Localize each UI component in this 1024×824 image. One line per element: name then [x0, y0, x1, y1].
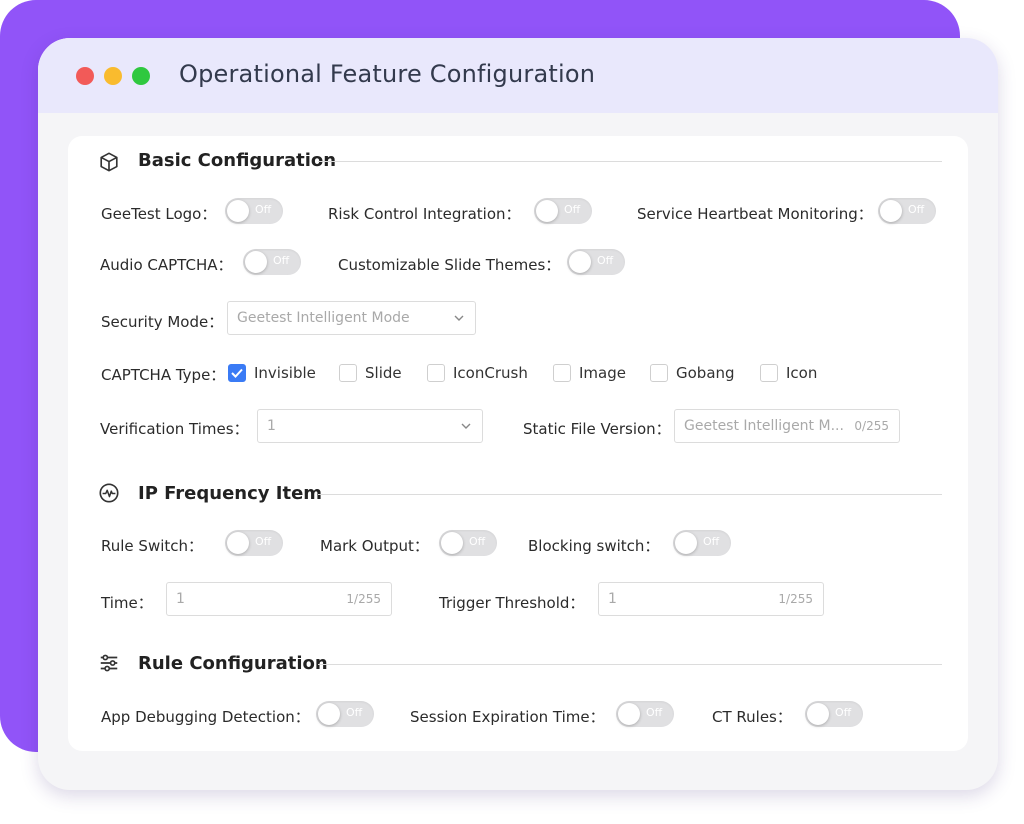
- section-divider: [318, 161, 942, 162]
- checkbox-label: Invisible: [254, 364, 316, 382]
- checkbox-label: Image: [579, 364, 626, 382]
- cube-icon: [100, 152, 118, 172]
- slide-themes-toggle[interactable]: Off: [567, 249, 625, 275]
- checkbox-iconcrush[interactable]: [427, 364, 445, 382]
- checkbox-label: Slide: [365, 364, 402, 382]
- static-file-version-input[interactable]: Geetest Intelligent M... 0/255: [674, 409, 900, 443]
- blocking-switch-label: Blocking switch：: [528, 537, 660, 555]
- checkbox-icon[interactable]: [760, 364, 778, 382]
- char-counter: 0/255: [854, 419, 889, 433]
- security-mode-select[interactable]: Geetest Intelligent Mode: [227, 301, 476, 335]
- chevron-down-icon: [461, 423, 471, 429]
- verification-times-select[interactable]: 1: [257, 409, 483, 443]
- risk-control-label: Risk Control Integration：: [328, 205, 521, 223]
- time-label: Time：: [101, 594, 153, 612]
- checkbox-gobang[interactable]: [650, 364, 668, 382]
- session-expiration-toggle[interactable]: Off: [616, 701, 674, 727]
- section-divider: [318, 664, 942, 665]
- blocking-switch-toggle[interactable]: Off: [673, 530, 731, 556]
- rule-configuration-heading: Rule Configuration: [138, 653, 328, 674]
- checkbox-invisible[interactable]: [228, 364, 246, 382]
- chevron-down-icon: [454, 315, 464, 321]
- audio-captcha-toggle[interactable]: Off: [243, 249, 301, 275]
- risk-control-toggle[interactable]: Off: [534, 198, 592, 224]
- audio-captcha-label: Audio CAPTCHA：: [100, 256, 233, 274]
- minimize-window-button[interactable]: [104, 67, 122, 85]
- checkmark-icon: [231, 368, 243, 378]
- title-bar: Operational Feature Configuration: [38, 38, 998, 113]
- mark-output-toggle[interactable]: Off: [439, 530, 497, 556]
- session-expiration-label: Session Expiration Time：: [410, 708, 605, 726]
- config-card: Basic Configuration GeeTest Logo： Off Ri…: [68, 136, 968, 751]
- captcha-type-label: CAPTCHA Type：: [101, 366, 226, 384]
- ip-frequency-heading: IP Frequency Item: [138, 483, 323, 504]
- pulse-icon: [99, 483, 119, 503]
- verification-times-label: Verification Times：: [100, 420, 249, 438]
- time-input[interactable]: 1 1/255: [166, 582, 392, 616]
- geetest-logo-toggle[interactable]: Off: [225, 198, 283, 224]
- trigger-threshold-input[interactable]: 1 1/255: [598, 582, 824, 616]
- rule-switch-toggle[interactable]: Off: [225, 530, 283, 556]
- sliders-icon: [100, 654, 118, 672]
- checkbox-label: Gobang: [676, 364, 735, 382]
- checkbox-slide[interactable]: [339, 364, 357, 382]
- slide-themes-label: Customizable Slide Themes：: [338, 256, 561, 274]
- section-divider: [318, 494, 942, 495]
- trigger-threshold-label: Trigger Threshold：: [439, 594, 585, 612]
- close-window-button[interactable]: [76, 67, 94, 85]
- basic-configuration-heading: Basic Configuration: [138, 150, 337, 171]
- heartbeat-toggle[interactable]: Off: [878, 198, 936, 224]
- app-debugging-label: App Debugging Detection：: [101, 708, 310, 726]
- app-window: Operational Feature Configuration Basic …: [38, 38, 998, 790]
- ct-rules-label: CT Rules：: [712, 708, 792, 726]
- checkbox-label: IconCrush: [453, 364, 528, 382]
- heartbeat-label: Service Heartbeat Monitoring：: [637, 205, 873, 223]
- app-debugging-toggle[interactable]: Off: [316, 701, 374, 727]
- checkbox-label: Icon: [786, 364, 818, 382]
- mark-output-label: Mark Output：: [320, 537, 429, 555]
- static-file-version-label: Static File Version：: [523, 420, 671, 438]
- checkbox-image[interactable]: [553, 364, 571, 382]
- rule-switch-label: Rule Switch：: [101, 537, 204, 555]
- geetest-logo-label: GeeTest Logo：: [101, 205, 217, 223]
- security-mode-label: Security Mode：: [101, 313, 224, 331]
- maximize-window-button[interactable]: [132, 67, 150, 85]
- char-counter: 1/255: [778, 592, 813, 606]
- char-counter: 1/255: [346, 592, 381, 606]
- ct-rules-toggle[interactable]: Off: [805, 701, 863, 727]
- window-title: Operational Feature Configuration: [179, 60, 596, 88]
